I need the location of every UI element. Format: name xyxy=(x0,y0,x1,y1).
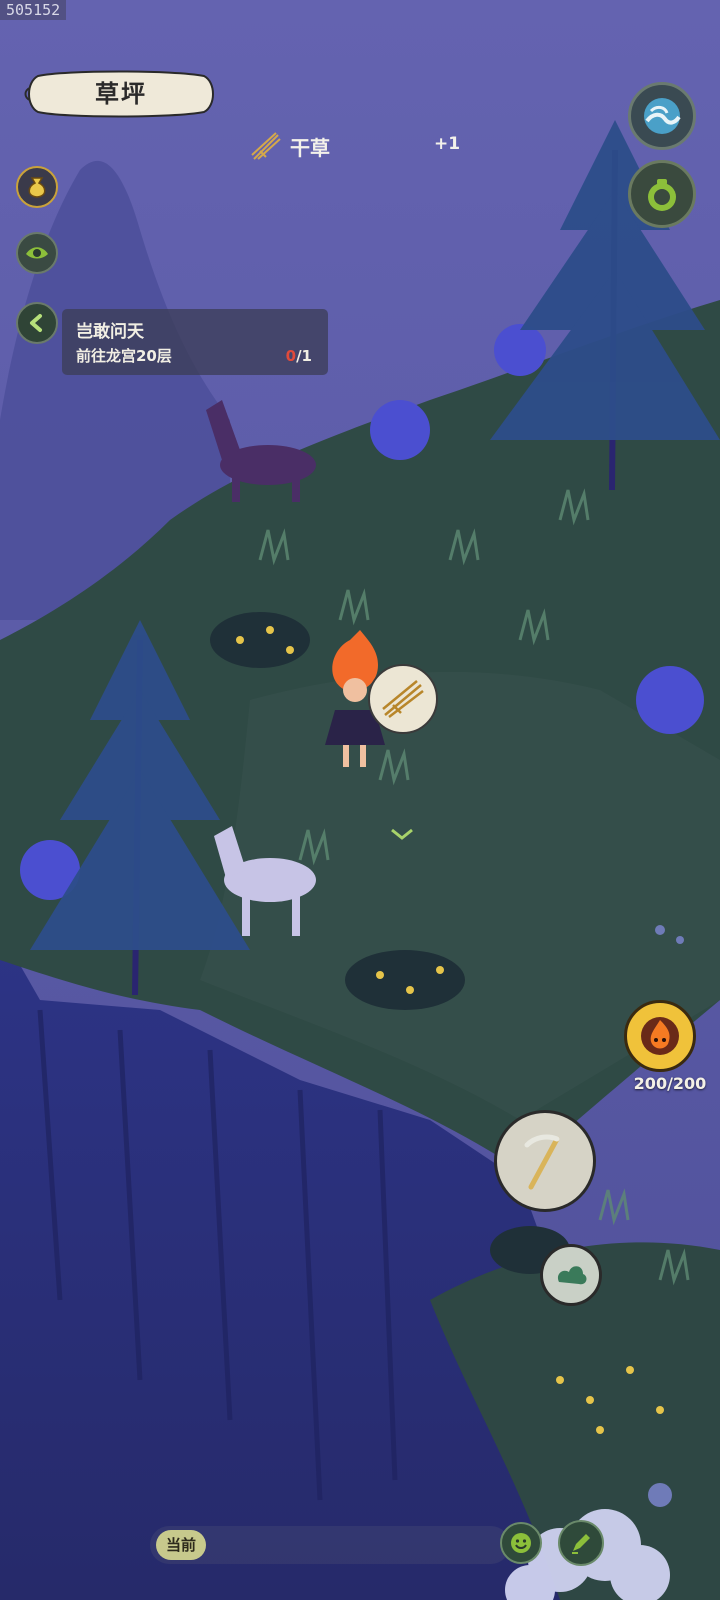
emoji-button[interactable] xyxy=(500,1522,542,1564)
hay-bundle-icon xyxy=(382,680,424,718)
location-name: 草坪 xyxy=(95,79,147,108)
pickup-item-name: 干草 xyxy=(290,135,330,160)
pot-button[interactable] xyxy=(628,160,696,228)
pickup-item-count: +1 xyxy=(434,134,461,154)
cloud-skill-button[interactable] xyxy=(540,1244,602,1306)
chat-bar[interactable]: 当前 xyxy=(150,1526,510,1564)
edit-button[interactable] xyxy=(558,1520,604,1566)
quest-progress-current: 0 xyxy=(285,347,297,365)
pot-icon xyxy=(648,179,676,211)
stamina-value: 200/200 xyxy=(633,1074,707,1093)
collapse-quest-button[interactable] xyxy=(16,302,58,344)
quest-panel[interactable]: 岂敢问天 前往龙宫20层 0/1 xyxy=(62,309,328,375)
chat-channel-tag[interactable]: 当前 xyxy=(156,1530,207,1560)
fire-spirit-icon xyxy=(641,1017,679,1055)
hay-icon xyxy=(251,132,281,160)
smile-icon xyxy=(511,1533,531,1553)
eye-button[interactable] xyxy=(16,232,58,274)
money-bag-icon xyxy=(28,177,46,198)
stamina-button[interactable] xyxy=(624,1000,696,1072)
location-badge: 草坪 xyxy=(24,68,218,120)
session-id-label: 505152 xyxy=(0,0,67,20)
quest-progress: 0/1 xyxy=(286,347,312,365)
gather-hay-button[interactable] xyxy=(368,664,438,734)
item-pickup-notice: 干草 xyxy=(250,128,330,164)
quest-title: 岂敢问天 xyxy=(76,322,144,342)
quest-description: 前往龙宫20层 xyxy=(76,347,172,365)
scythe-icon xyxy=(524,1134,560,1190)
wave-skill-button[interactable] xyxy=(628,82,696,150)
wave-icon xyxy=(644,98,681,134)
cloud-swirl-icon xyxy=(557,1266,587,1285)
quest-progress-total: /1 xyxy=(296,347,312,365)
chevron-left-icon xyxy=(30,314,42,332)
eye-icon xyxy=(26,247,48,259)
money-bag-button[interactable] xyxy=(16,166,58,208)
pen-icon xyxy=(572,1534,590,1554)
scythe-tool-button[interactable] xyxy=(494,1110,596,1212)
game-scene[interactable] xyxy=(0,0,720,1600)
